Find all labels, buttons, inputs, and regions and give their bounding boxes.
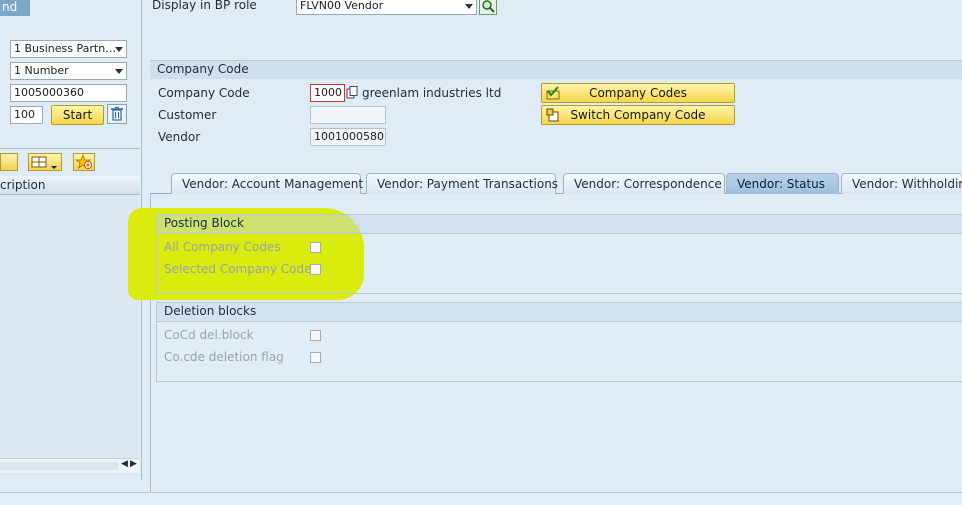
star-add-icon: [74, 153, 92, 169]
category-value: 1 Business Partn…: [14, 42, 117, 55]
selected-company-code-checkbox[interactable]: [310, 264, 321, 275]
company-codes-button[interactable]: Company Codes: [541, 83, 735, 103]
all-company-codes-checkbox[interactable]: [310, 242, 321, 253]
max-hits-input[interactable]: 100: [10, 106, 43, 124]
tab-account-management[interactable]: Vendor: Account Management: [171, 173, 364, 194]
company-codes-icon: [546, 86, 560, 100]
company-name-text: greenlam industries ltd: [362, 86, 502, 100]
bp-number-value: 1005000360: [14, 86, 84, 99]
tab-label: Vendor: Payment Transactions: [377, 177, 559, 191]
company-code-value: 1000: [314, 86, 342, 99]
layout-button[interactable]: [0, 153, 18, 171]
left-top-tab[interactable]: nd: [0, 0, 30, 16]
deletion-blocks-title: Deletion blocks: [164, 304, 257, 318]
search-by-dropdown[interactable]: 1 Number: [10, 62, 127, 80]
tab-status[interactable]: Vendor: Status: [726, 173, 839, 194]
customer-field[interactable]: [310, 106, 386, 124]
tab-label: Vendor: Status: [737, 177, 826, 191]
max-hits-value: 100: [14, 108, 35, 121]
tab-payment-transactions[interactable]: Vendor: Payment Transactions: [366, 173, 559, 194]
company-code-title: Company Code: [157, 62, 249, 76]
start-button[interactable]: Start: [51, 105, 104, 125]
bp-role-value: FLVN00 Vendor: [300, 0, 384, 12]
company-code-input[interactable]: 1000: [310, 84, 345, 102]
copy-icon-svg: [346, 86, 358, 99]
scroll-right-icon[interactable]: ▶: [130, 459, 137, 469]
switch-icon: [546, 108, 559, 122]
grid-button[interactable]: [28, 153, 62, 171]
switch-role-button[interactable]: [479, 0, 497, 15]
tab-correspondence[interactable]: Vendor: Correspondence: [563, 173, 725, 194]
left-panel: nd 1 Business Partn… 1 Number 1005000360…: [0, 0, 142, 480]
scroll-track: [0, 462, 118, 470]
start-button-label: Start: [62, 108, 93, 122]
description-column-header: cription: [0, 178, 46, 192]
all-company-codes-label: All Company Codes: [164, 240, 281, 254]
search-icon: [482, 0, 495, 13]
tab-label: Vendor: Withholding: [852, 177, 962, 191]
left-top-tab-label: nd: [2, 0, 18, 14]
vendor-value: 1001000580: [314, 130, 384, 143]
company-code-title-bar: Company Code: [150, 61, 962, 79]
cocd-del-block-label: CoCd del.block: [164, 328, 254, 342]
switch-company-code-button-label: Switch Company Code: [570, 108, 706, 122]
chevron-down-icon: [115, 69, 123, 74]
table-header[interactable]: cription: [0, 176, 140, 195]
bp-number-input[interactable]: 1005000360: [10, 84, 127, 102]
display-role-label: Display in BP role: [152, 0, 257, 12]
hitlist-table: cription ◀ ▶: [0, 176, 140, 476]
tab-label: Vendor: Account Management: [182, 177, 364, 191]
add-favorite-button[interactable]: [73, 153, 95, 171]
trash-icon[interactable]: [107, 104, 127, 124]
posting-block-title: Posting Block: [164, 216, 244, 230]
status-bar: [0, 492, 962, 505]
cocde-deletion-flag-checkbox[interactable]: [310, 352, 321, 363]
switch-company-code-button[interactable]: Switch Company Code: [541, 105, 735, 125]
bp-role-dropdown[interactable]: FLVN00 Vendor: [296, 0, 477, 15]
posting-block-title-bar: Posting Block: [157, 215, 962, 234]
trash-icon-svg: [111, 106, 123, 121]
table-grid-icon: [31, 156, 57, 169]
scroll-left-icon[interactable]: ◀: [121, 459, 128, 469]
tab-withholding[interactable]: Vendor: Withholding: [841, 173, 962, 194]
chevron-down-icon: [465, 4, 473, 9]
selected-company-code-label: Selected Company Code: [164, 262, 312, 276]
deletion-blocks-title-bar: Deletion blocks: [157, 303, 962, 322]
copy-icon[interactable]: [346, 86, 358, 99]
hitlist-toolbar: [0, 148, 140, 177]
chevron-down-icon: [115, 47, 123, 52]
vendor-label: Vendor: [158, 130, 201, 144]
company-code-label: Company Code: [158, 86, 250, 100]
vendor-field[interactable]: 1001000580: [310, 128, 386, 146]
horizontal-scrollbar[interactable]: ◀ ▶: [0, 458, 140, 473]
customer-label: Customer: [158, 108, 217, 122]
cocde-deletion-flag-label: Co.cde deletion flag: [164, 350, 284, 364]
search-by-value: 1 Number: [14, 64, 69, 77]
category-dropdown[interactable]: 1 Business Partn…: [10, 40, 127, 58]
cocd-del-block-checkbox[interactable]: [310, 330, 321, 341]
company-codes-button-label: Company Codes: [589, 86, 687, 100]
tab-label: Vendor: Correspondence: [574, 177, 722, 191]
